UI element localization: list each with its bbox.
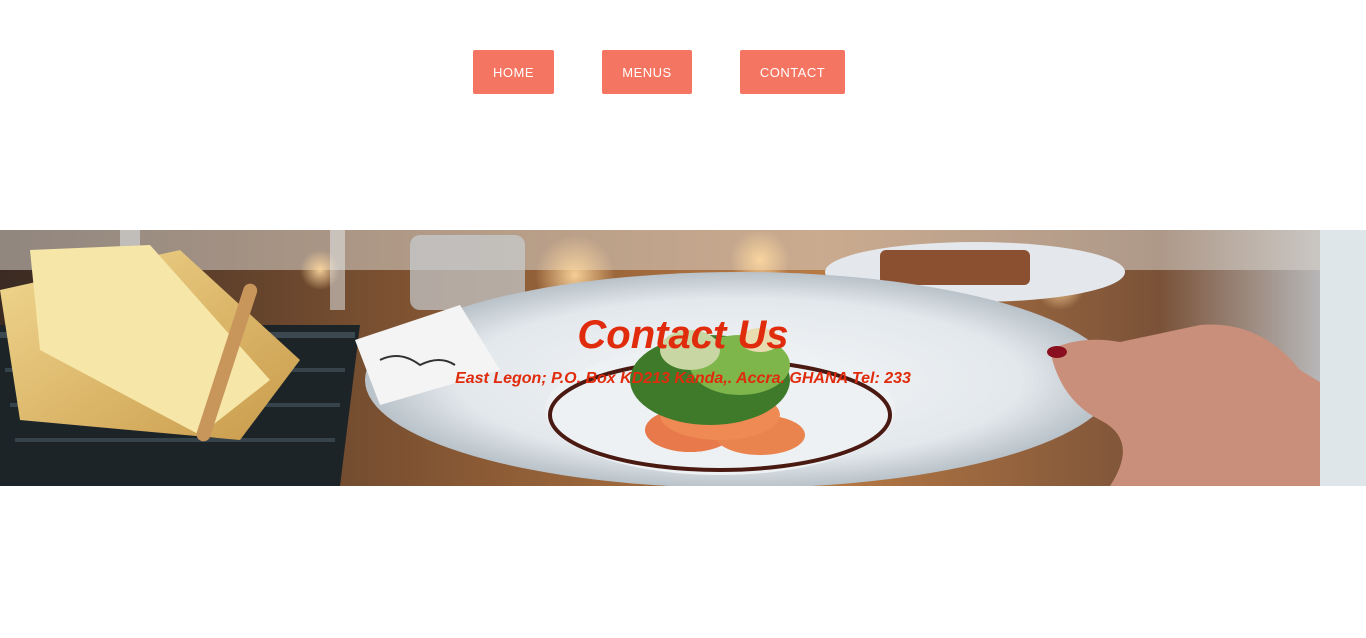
- top-navigation: HOME MENUS CONTACT: [0, 50, 1366, 94]
- contact-address: East Legon; P.O. Box KD213 Kanda,. Accra…: [455, 370, 911, 387]
- hero-background-image: [0, 230, 1366, 486]
- menus-button[interactable]: MENUS: [602, 50, 692, 94]
- home-button[interactable]: HOME: [473, 50, 554, 94]
- page-title: Contact Us: [577, 313, 789, 357]
- contact-button[interactable]: CONTACT: [740, 50, 845, 94]
- hero-banner: Contact Us East Legon; P.O. Box KD213 Ka…: [0, 230, 1366, 486]
